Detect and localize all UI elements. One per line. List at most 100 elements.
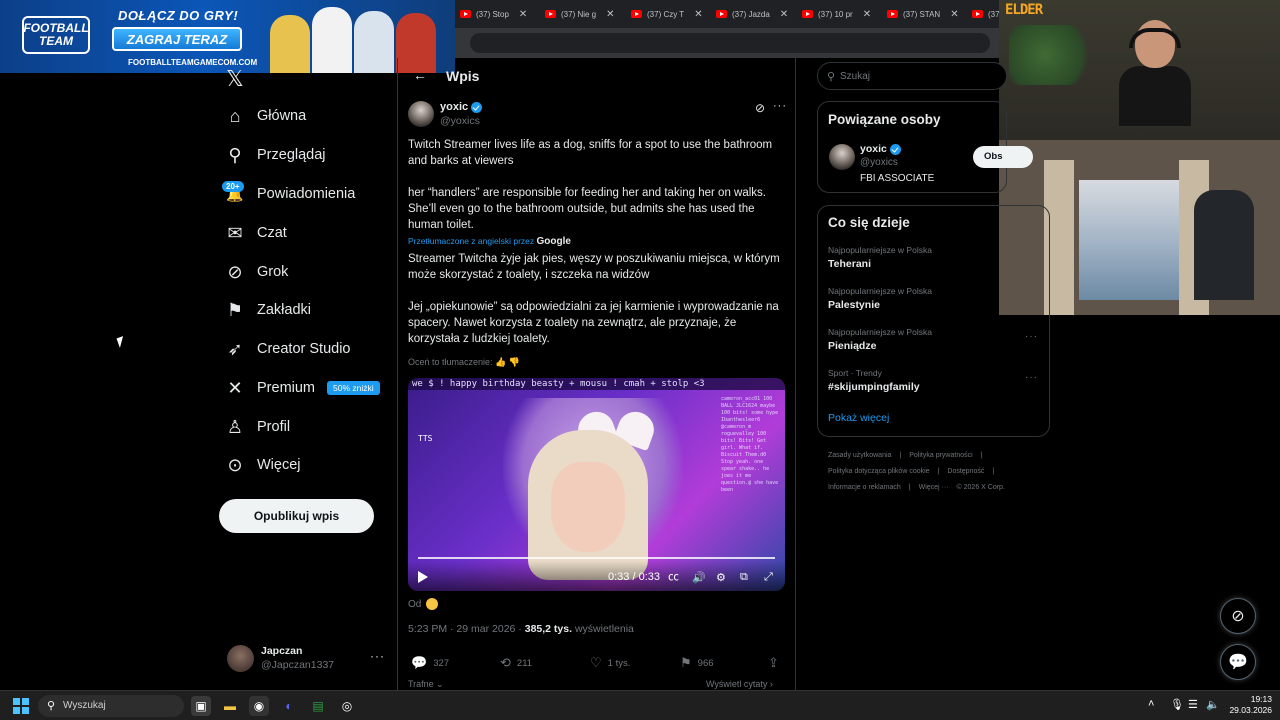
footer-link[interactable]: Polityka dotycząca plików cookie xyxy=(828,468,930,475)
webcam-top-feed xyxy=(999,0,1280,140)
heart-icon: ♡ xyxy=(590,655,602,670)
close-tab-icon[interactable]: ✕ xyxy=(606,9,614,20)
search-input[interactable]: ⚲ Szukaj xyxy=(817,62,1007,90)
nav-profile[interactable]: ♙ Profil xyxy=(222,412,290,442)
reply-button[interactable]: 💬 327 xyxy=(411,655,449,671)
related-people-title: Powiązane osoby xyxy=(828,112,941,127)
volume-icon[interactable]: 🔊 xyxy=(692,571,706,584)
views-count: 385,2 tys. xyxy=(524,623,573,635)
excel-icon[interactable]: ▤ xyxy=(308,696,328,716)
fullscreen-icon[interactable]: ⤢ xyxy=(764,571,773,584)
chrome-icon[interactable]: ◉ xyxy=(249,696,269,716)
browser-tab[interactable]: (37) 10 pr ✕ xyxy=(802,4,871,24)
search-placeholder: Szukaj xyxy=(840,71,871,82)
mail-icon: ✉ xyxy=(227,222,243,243)
bookmark-button[interactable]: ⚑ 966 xyxy=(680,655,714,671)
tray-chevron-icon[interactable]: ˄ xyxy=(1148,698,1154,710)
nav-chat[interactable]: ✉ Czat xyxy=(222,218,286,248)
footer-link[interactable]: Więcej ··· xyxy=(919,484,949,491)
close-tab-icon[interactable]: ✕ xyxy=(780,9,788,20)
author-avatar[interactable] xyxy=(408,101,434,127)
close-tab-icon[interactable]: ✕ xyxy=(694,9,702,20)
grok-fab-icon[interactable]: ⊘ xyxy=(1220,598,1256,634)
author-name[interactable]: yoxic xyxy=(440,101,483,113)
windows-start-icon[interactable] xyxy=(13,698,29,714)
messages-fab-icon[interactable]: 💬 xyxy=(1220,644,1256,680)
close-tab-icon[interactable]: ✕ xyxy=(519,9,527,20)
view-quotes-link[interactable]: Wyświetl cytaty › xyxy=(706,679,773,689)
related-handle[interactable]: @yoxics xyxy=(860,157,898,168)
author-handle[interactable]: @yoxics xyxy=(440,115,480,127)
settings-icon[interactable]: ⚙ xyxy=(716,571,726,584)
nav-creator-studio[interactable]: ➶ Creator Studio xyxy=(222,334,350,364)
network-icon[interactable]: ☰ xyxy=(1188,698,1198,711)
browser-tab[interactable]: (37) Nie g ✕ xyxy=(545,4,615,24)
more-icon[interactable]: ··· xyxy=(370,649,385,663)
discord-icon[interactable]: ◐ xyxy=(279,696,299,716)
video-controls xyxy=(408,561,785,591)
nav-more[interactable]: ⊙ Więcej xyxy=(222,450,300,480)
file-explorer-icon[interactable]: ▬ xyxy=(220,696,240,716)
like-button[interactable]: ♡ 1 tys. xyxy=(590,655,630,671)
microphone-icon[interactable]: 🎙 xyxy=(1170,698,1184,711)
video-player[interactable]: we $ ! happy birthday beasty + mousu ! c… xyxy=(408,378,785,591)
nav-explore[interactable]: ⚲ Przeglądaj xyxy=(222,140,326,170)
browser-tab[interactable]: (37) STAN ✕ xyxy=(887,4,959,24)
pip-icon[interactable]: ⧉ xyxy=(740,571,748,584)
trend-item[interactable]: Najpopularniejsze w Polska Palestynie xyxy=(828,286,1038,311)
tab-title: (37) Czy T xyxy=(647,9,685,19)
trend-item[interactable]: Najpopularniejsze w Polska Pieniądze ··· xyxy=(828,327,1038,352)
post-button[interactable]: Opublikuj wpis xyxy=(219,499,374,533)
thumbs-down-icon[interactable]: 👎 xyxy=(509,357,520,367)
nav-grok[interactable]: ⊘ Grok xyxy=(222,257,288,287)
obs-icon[interactable]: ◎ xyxy=(337,696,357,716)
address-bar[interactable] xyxy=(470,33,990,53)
back-arrow-icon[interactable]: ← xyxy=(413,67,427,83)
nav-label: Przeglądaj xyxy=(257,147,326,163)
footer-link[interactable]: Dostępność xyxy=(947,468,984,475)
nav-premium[interactable]: ✕ Premium 50% zniżki xyxy=(222,373,380,403)
emoji-icon xyxy=(426,598,439,610)
taskbar-search[interactable]: ⚲ Wyszukaj xyxy=(38,695,184,717)
account-switcher[interactable]: Japczan @Japczan1337 ··· xyxy=(227,643,387,675)
person-icon: ♙ xyxy=(226,416,244,437)
footer-link[interactable]: Zasady użytkowania xyxy=(828,452,891,459)
trend-more-icon[interactable]: ··· xyxy=(1025,331,1038,342)
browser-tab[interactable]: (37) xyxy=(972,4,1002,24)
repost-button[interactable]: ⟲ 211 xyxy=(500,655,532,671)
grok-explain-icon[interactable]: ⊘ xyxy=(755,101,765,115)
bookmark-count: 966 xyxy=(697,657,714,669)
rate-translation: Oceń to tłumaczenie: 👍 👎 xyxy=(408,357,520,368)
post-timestamp[interactable]: 5:23 PM · 29 mar 2026 · xyxy=(408,623,522,635)
thumbs-up-icon[interactable]: 👍 xyxy=(495,357,506,367)
related-name[interactable]: yoxic xyxy=(860,143,901,155)
account-name: Japczan xyxy=(261,645,303,657)
taskbar-clock[interactable]: 19:13 29.03.2026 xyxy=(1226,694,1272,716)
video-progress-bar[interactable] xyxy=(418,557,775,559)
post-more-icon[interactable]: ··· xyxy=(773,100,787,112)
task-view-icon[interactable]: ▣ xyxy=(191,696,211,716)
close-tab-icon[interactable]: ✕ xyxy=(950,9,958,20)
trend-item[interactable]: Najpopularniejsze w Polska Teherani xyxy=(828,245,1038,270)
browser-tab[interactable]: (37) Stop ✕ xyxy=(460,4,527,24)
close-tab-icon[interactable]: ✕ xyxy=(863,9,871,20)
show-more-link[interactable]: Pokaż więcej xyxy=(828,412,889,424)
x-logo-icon[interactable]: 𝕏 xyxy=(226,66,244,92)
footer-link[interactable]: Informacje o reklamach xyxy=(828,484,901,491)
related-avatar[interactable] xyxy=(829,144,855,170)
nav-bookmarks[interactable]: ⚑ Zakładki xyxy=(222,295,311,325)
translation-attribution[interactable]: Przetłumaczone z angielski przez Google xyxy=(408,236,571,247)
speaker-icon[interactable]: 🔈 xyxy=(1206,698,1220,711)
nav-home[interactable]: ⌂ Główna xyxy=(222,101,307,131)
play-icon[interactable] xyxy=(418,571,428,583)
trend-more-icon[interactable]: ··· xyxy=(1025,372,1038,383)
browser-tab[interactable]: (37) Czy T ✕ xyxy=(631,4,703,24)
captions-icon[interactable]: ㏄ xyxy=(668,568,679,584)
video-tts-label: TTS xyxy=(418,434,433,443)
share-button[interactable]: ⇪ xyxy=(768,655,785,671)
reply-sort-dropdown[interactable]: Trafne ⌄ xyxy=(408,679,444,690)
footer-link[interactable]: Polityka prywatności xyxy=(909,452,972,459)
follow-button[interactable]: Obs xyxy=(973,146,1033,168)
browser-tab[interactable]: (37) Jazda ✕ xyxy=(716,4,788,24)
trend-item[interactable]: Sport · Trendy #skijumpingfamily ··· xyxy=(828,368,1038,393)
